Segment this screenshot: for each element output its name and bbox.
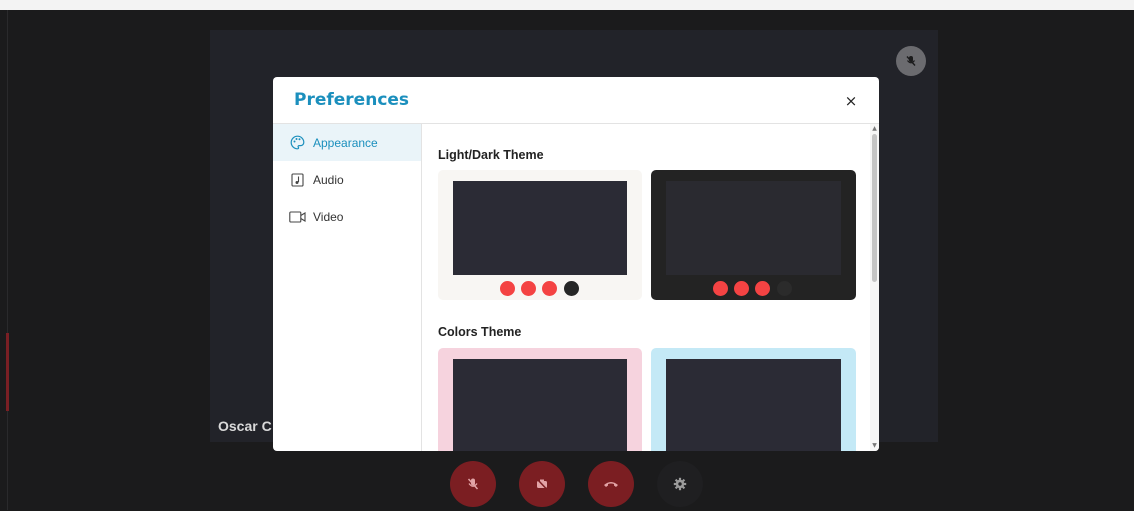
sidebar-item-appearance[interactable]: Appearance: [273, 124, 421, 161]
sidebar-item-label: Video: [313, 209, 344, 224]
close-icon: ×: [844, 92, 858, 110]
pink-theme-option[interactable]: [438, 348, 642, 451]
video-camera-icon: [288, 208, 306, 226]
dialog-title: Preferences: [294, 90, 410, 110]
preferences-sidebar: Appearance Audio Video: [273, 124, 422, 451]
dialog-header: Preferences ×: [273, 77, 879, 124]
light-theme-option[interactable]: [438, 170, 642, 300]
theme-preview-screen: [453, 181, 627, 275]
music-note-icon: [288, 171, 306, 189]
preview-dot: [521, 281, 536, 296]
appearance-panel: Light/Dark Theme Colors Theme: [423, 124, 879, 451]
preview-dot: [542, 281, 557, 296]
sidebar-item-label: Audio: [313, 172, 344, 187]
sidebar-item-video[interactable]: Video: [273, 198, 421, 235]
preview-dot: [777, 281, 792, 296]
scroll-thumb[interactable]: [872, 134, 877, 282]
dark-theme-option[interactable]: [651, 170, 856, 300]
colors-theme-heading: Colors Theme: [438, 325, 522, 339]
scroll-down-icon[interactable]: ▼: [871, 442, 878, 449]
preview-dot: [755, 281, 770, 296]
top-band: [0, 0, 1134, 10]
camera-off-icon: [536, 478, 548, 491]
mute-mic-button[interactable]: [450, 461, 496, 507]
scroll-up-icon[interactable]: ▲: [871, 125, 878, 132]
palette-icon: [288, 134, 306, 152]
settings-button[interactable]: [657, 461, 703, 507]
tile-mic-off-indicator: [896, 46, 926, 76]
blue-theme-option[interactable]: [651, 348, 856, 451]
gear-icon: [673, 477, 687, 491]
camera-off-button[interactable]: [519, 461, 565, 507]
participant-name: Oscar C: [218, 418, 272, 434]
hang-up-button[interactable]: [588, 461, 634, 507]
preview-dot: [734, 281, 749, 296]
theme-preview-screen: [453, 359, 627, 451]
preview-dot: [564, 281, 579, 296]
phone-hangup-icon: [604, 482, 618, 487]
sidebar-item-label: Appearance: [313, 135, 378, 150]
preferences-dialog: Preferences × Appearance Audio Video Lig…: [273, 77, 879, 451]
mic-off-icon: [906, 56, 916, 66]
close-button[interactable]: ×: [839, 89, 863, 113]
preview-dot: [500, 281, 515, 296]
theme-preview-screen: [666, 359, 841, 451]
left-accent-bar: [6, 333, 9, 411]
light-dark-theme-heading: Light/Dark Theme: [438, 148, 544, 162]
theme-preview-screen: [666, 181, 841, 275]
left-divider: [7, 10, 8, 510]
preview-dot: [713, 281, 728, 296]
sidebar-item-audio[interactable]: Audio: [273, 161, 421, 198]
mic-off-icon: [467, 478, 479, 490]
panel-scrollbar[interactable]: ▲ ▼: [870, 124, 879, 451]
call-controls: [0, 456, 1134, 511]
